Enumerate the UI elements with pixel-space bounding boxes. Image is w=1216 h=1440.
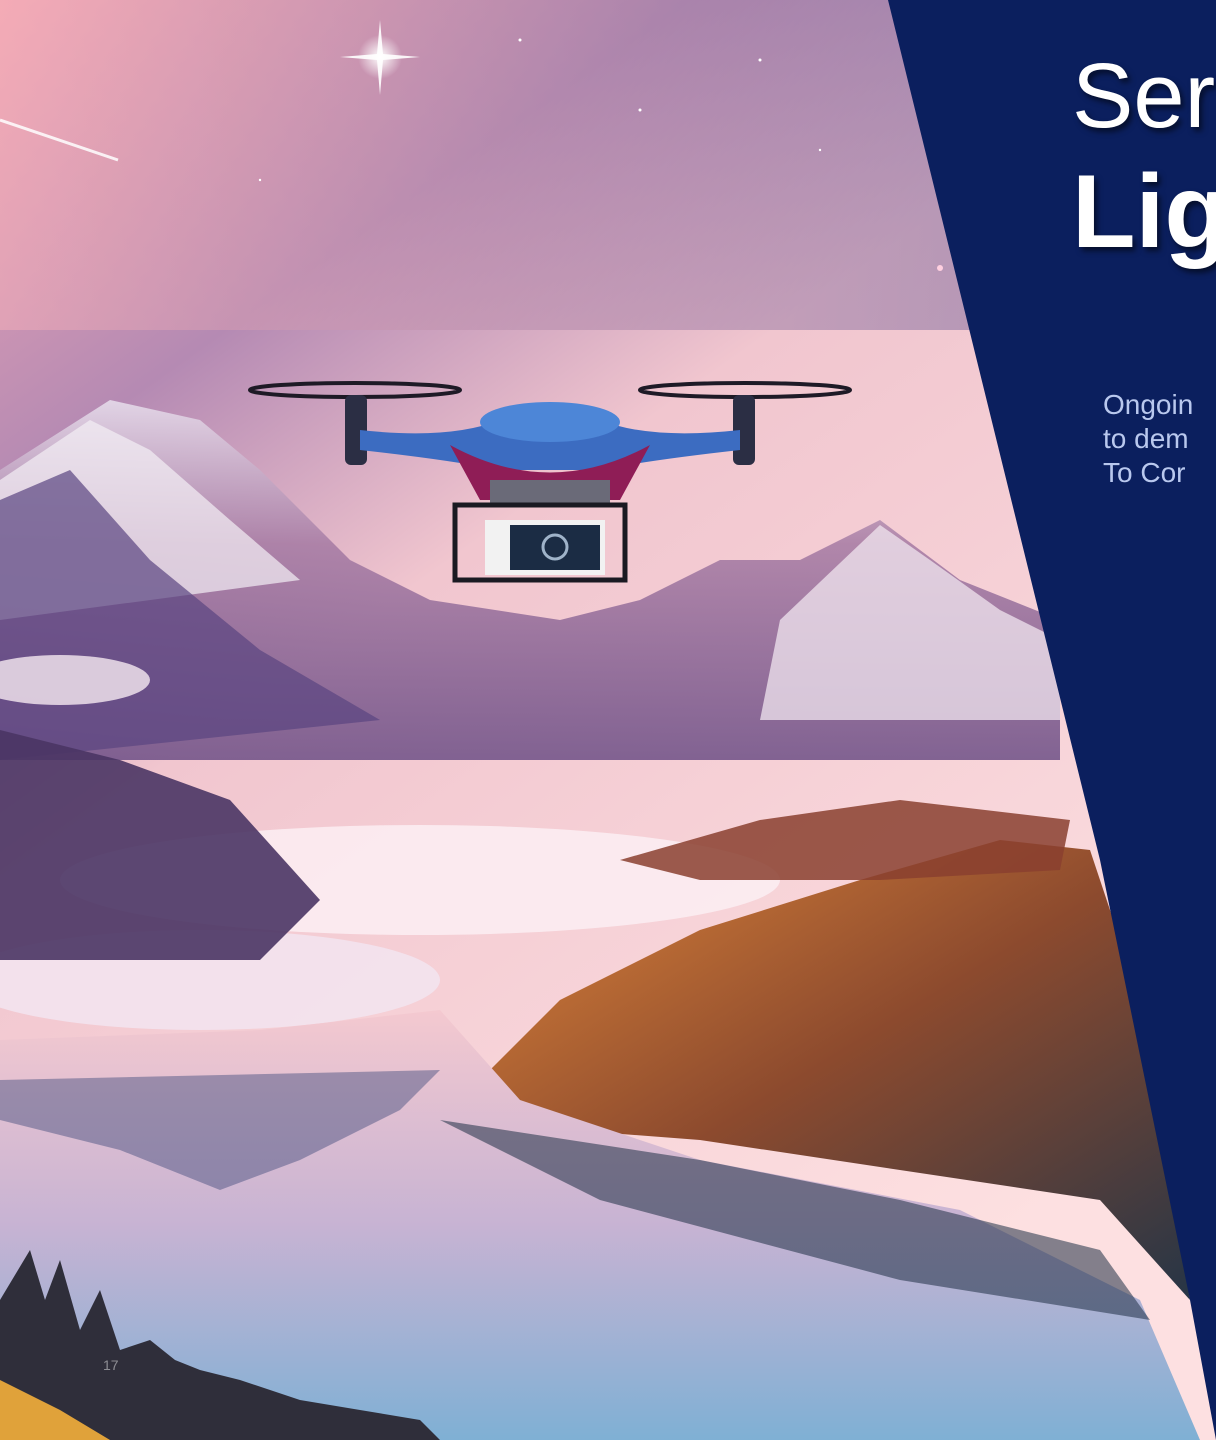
slide-title-line-2: Lig	[1072, 154, 1216, 270]
slide-subtitle: Ongoin to dem To Cor	[1103, 388, 1193, 490]
subtitle-line: Ongoin	[1103, 389, 1194, 420]
slide-title-line-1: Ser	[1072, 45, 1216, 147]
subtitle-line: To Cor	[1103, 457, 1186, 488]
slide-number: 17	[103, 1357, 119, 1373]
subtitle-line: to dem	[1103, 423, 1189, 454]
